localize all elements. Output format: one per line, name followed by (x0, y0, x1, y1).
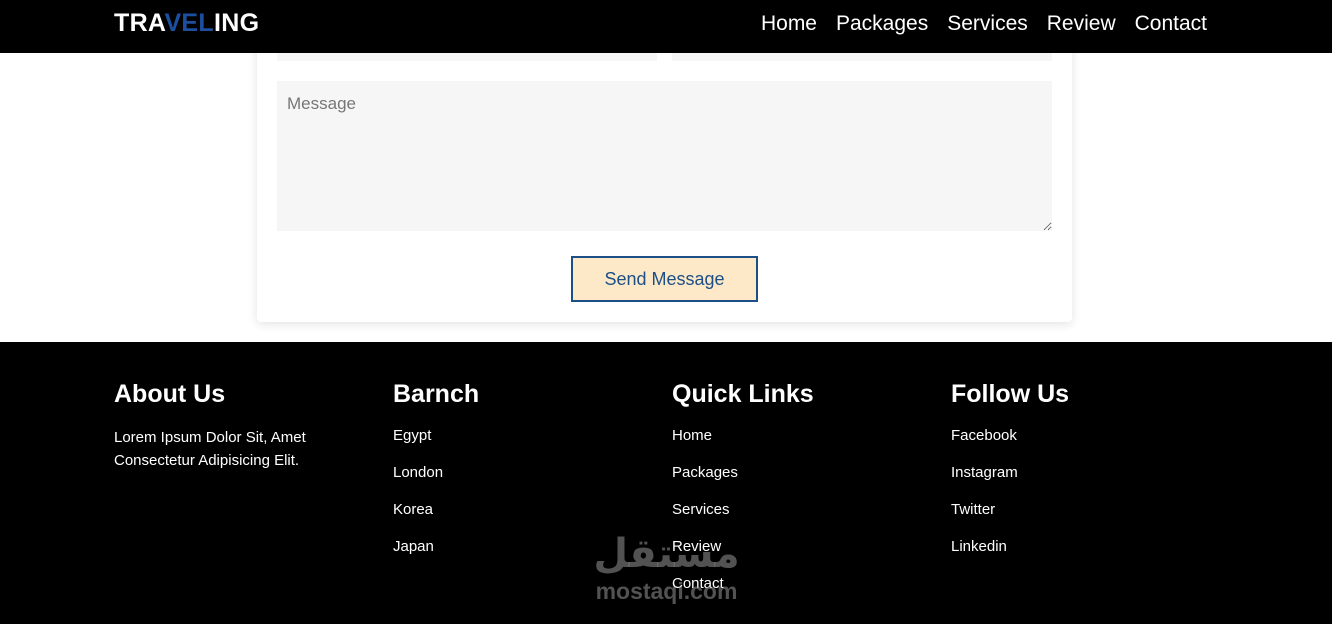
page: TRAVELING Home Packages Services Review … (0, 0, 1332, 624)
footer-quick-links-title: Quick Links (672, 380, 814, 408)
footer-quick-links: Quick Links Home Packages Services Revie… (672, 380, 814, 611)
contact-form-card: Send Message (257, 30, 1072, 322)
footer-about-title: About Us (114, 380, 226, 408)
quick-link[interactable]: Contact (672, 575, 724, 592)
site-logo[interactable]: TRAVELING (114, 9, 259, 38)
footer-branch: Barnch Egypt London Korea Japan (393, 380, 479, 574)
social-link-facebook[interactable]: Facebook (951, 427, 1017, 444)
list-item: Instagram (951, 463, 1069, 483)
list-item: Facebook (951, 426, 1069, 446)
footer-follow-title: Follow Us (951, 380, 1070, 408)
social-link-twitter[interactable]: Twitter (951, 501, 995, 518)
list-item: Egypt (393, 426, 479, 446)
list-item: Services (672, 500, 814, 520)
list-item: Linkedin (951, 537, 1069, 557)
nav-contact[interactable]: Contact (1135, 11, 1207, 37)
message-textarea[interactable] (277, 81, 1052, 231)
logo-part-3: ING (213, 9, 260, 37)
list-item: Japan (393, 537, 479, 557)
branch-link[interactable]: London (393, 464, 443, 481)
send-message-button[interactable]: Send Message (571, 256, 758, 302)
list-item: London (393, 463, 479, 483)
site-footer: About Us Lorem Ipsum Dolor Sit, Amet Con… (0, 342, 1332, 624)
quick-link[interactable]: Packages (672, 464, 738, 481)
nav-packages[interactable]: Packages (836, 11, 928, 37)
list-item: Review (672, 537, 814, 557)
quick-link[interactable]: Review (672, 538, 721, 555)
list-item: Packages (672, 463, 814, 483)
branch-link[interactable]: Korea (393, 501, 433, 518)
quick-link[interactable]: Services (672, 501, 730, 518)
footer-follow: Follow Us Facebook Instagram Twitter Lin… (951, 380, 1069, 574)
nav-home[interactable]: Home (761, 11, 817, 37)
social-link-linkedin[interactable]: Linkedin (951, 538, 1007, 555)
nav-services[interactable]: Services (947, 11, 1028, 37)
footer-about: About Us Lorem Ipsum Dolor Sit, Amet Con… (114, 380, 344, 472)
list-item: Contact (672, 574, 814, 594)
branch-link[interactable]: Japan (393, 538, 434, 555)
list-item: Twitter (951, 500, 1069, 520)
social-link-instagram[interactable]: Instagram (951, 464, 1018, 481)
nav-review[interactable]: Review (1047, 11, 1116, 37)
footer-about-text: Lorem Ipsum Dolor Sit, Amet Consectetur … (114, 429, 306, 469)
logo-part-accent: VEL (164, 9, 214, 37)
logo-part-1: TRA (114, 9, 165, 37)
follow-list: Facebook Instagram Twitter Linkedin (951, 426, 1069, 557)
list-item: Home (672, 426, 814, 446)
list-item: Korea (393, 500, 479, 520)
quick-link[interactable]: Home (672, 427, 712, 444)
branch-link[interactable]: Egypt (393, 427, 431, 444)
footer-branch-title: Barnch (393, 380, 480, 408)
branch-list: Egypt London Korea Japan (393, 426, 479, 557)
main-nav: Home Packages Services Review Contact (761, 11, 1207, 37)
top-navbar: TRAVELING Home Packages Services Review … (0, 0, 1332, 53)
quick-links-list: Home Packages Services Review Contact (672, 426, 814, 594)
